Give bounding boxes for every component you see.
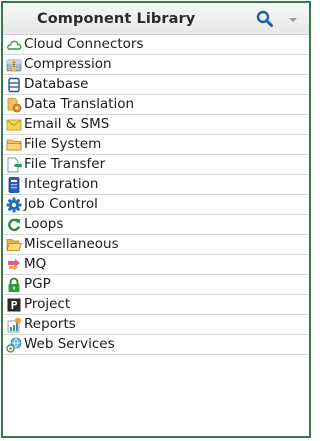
lock-icon	[6, 277, 22, 293]
list-item-mq[interactable]: MQ	[3, 255, 309, 275]
list-item-label: Reports	[24, 316, 76, 332]
data-translation-icon	[6, 97, 22, 113]
list-item-project[interactable]: Project	[3, 295, 309, 315]
email-icon	[6, 117, 22, 133]
list-item-compression[interactable]: Compression	[3, 55, 309, 75]
panel-header: Component Library	[3, 3, 309, 35]
cloud-icon	[6, 37, 22, 53]
folder-icon	[6, 137, 22, 153]
project-icon	[6, 297, 22, 313]
list-item-web-services[interactable]: Web Services	[3, 335, 309, 355]
chevron-down-icon[interactable]	[286, 12, 300, 26]
list-item-file-transfer[interactable]: File Transfer	[3, 155, 309, 175]
list-item-database[interactable]: Database	[3, 75, 309, 95]
gear-icon	[6, 197, 22, 213]
list-item-cloud-connectors[interactable]: Cloud Connectors	[3, 35, 309, 55]
list-item-pgp[interactable]: PGP	[3, 275, 309, 295]
panel-title: Component Library	[37, 11, 196, 27]
list-item-miscellaneous[interactable]: Miscellaneous	[3, 235, 309, 255]
list-item-label: Integration	[24, 176, 99, 192]
list-item-email-sms[interactable]: Email & SMS	[3, 115, 309, 135]
list-item-file-system[interactable]: File System	[3, 135, 309, 155]
list-item-integration[interactable]: Integration	[3, 175, 309, 195]
search-icon[interactable]	[255, 9, 275, 29]
open-folder-icon	[6, 237, 23, 253]
component-library-panel: Component Library Cloud Connectors Compr…	[1, 1, 311, 438]
list-item-loops[interactable]: Loops	[3, 215, 309, 235]
list-item-label: File System	[24, 136, 102, 152]
list-item-label: Cloud Connectors	[24, 36, 144, 52]
list-item-label: Project	[24, 296, 71, 312]
compression-icon	[6, 57, 22, 73]
list-item-label: Job Control	[24, 196, 98, 212]
loop-icon	[6, 217, 22, 233]
list-item-label: Data Translation	[24, 96, 135, 112]
report-icon	[6, 317, 22, 333]
list-item-reports[interactable]: Reports	[3, 315, 309, 335]
file-transfer-icon	[6, 157, 22, 173]
list-item-label: Web Services	[24, 336, 115, 352]
list-item-label: PGP	[24, 276, 51, 292]
integration-icon	[6, 177, 22, 193]
web-services-icon	[6, 337, 22, 353]
list-item-label: Miscellaneous	[24, 236, 119, 252]
list-item-label: MQ	[24, 256, 47, 272]
list-item-data-translation[interactable]: Data Translation	[3, 95, 309, 115]
component-list: Cloud Connectors Compression Database Da…	[3, 35, 309, 355]
mq-icon	[6, 257, 22, 273]
list-item-label: Email & SMS	[24, 116, 110, 132]
list-item-label: Loops	[24, 216, 64, 232]
list-item-label: File Transfer	[24, 156, 106, 172]
list-item-label: Compression	[24, 56, 112, 72]
list-item-label: Database	[24, 76, 89, 92]
database-icon	[6, 77, 22, 93]
list-item-job-control[interactable]: Job Control	[3, 195, 309, 215]
